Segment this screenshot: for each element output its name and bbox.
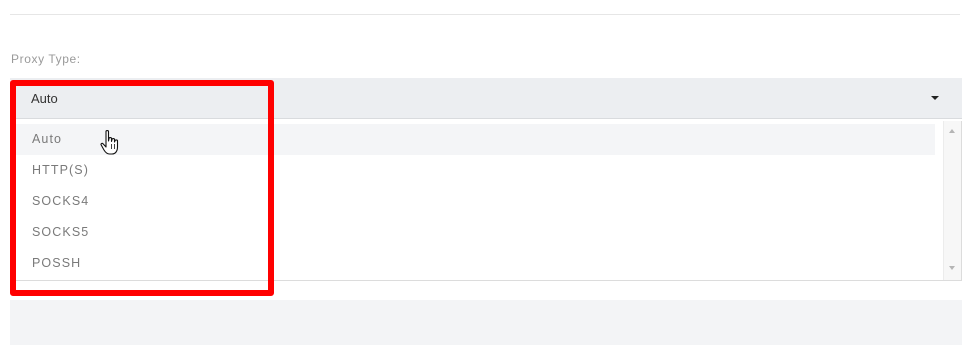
proxy-type-selected-value: Auto [31,91,58,106]
scroll-up-icon[interactable] [949,129,955,133]
option-socks5[interactable]: SOCKS5 [11,217,935,248]
option-auto[interactable]: Auto [11,124,935,155]
top-divider [10,14,960,15]
option-socks4[interactable]: SOCKS4 [11,186,935,217]
caret-down-icon [931,96,939,100]
proxy-type-dropdown-list[interactable]: Auto HTTP(S) SOCKS4 SOCKS5 POSSH [10,121,962,281]
hand-cursor-icon [100,129,119,155]
option-https[interactable]: HTTP(S) [11,155,935,186]
bottom-panel [10,300,962,345]
option-possh[interactable]: POSSH [11,248,935,279]
proxy-type-select[interactable]: Auto [10,78,962,119]
proxy-type-label: Proxy Type: [11,52,81,66]
scroll-down-icon[interactable] [949,266,955,270]
dropdown-scrollbar[interactable] [943,121,961,280]
